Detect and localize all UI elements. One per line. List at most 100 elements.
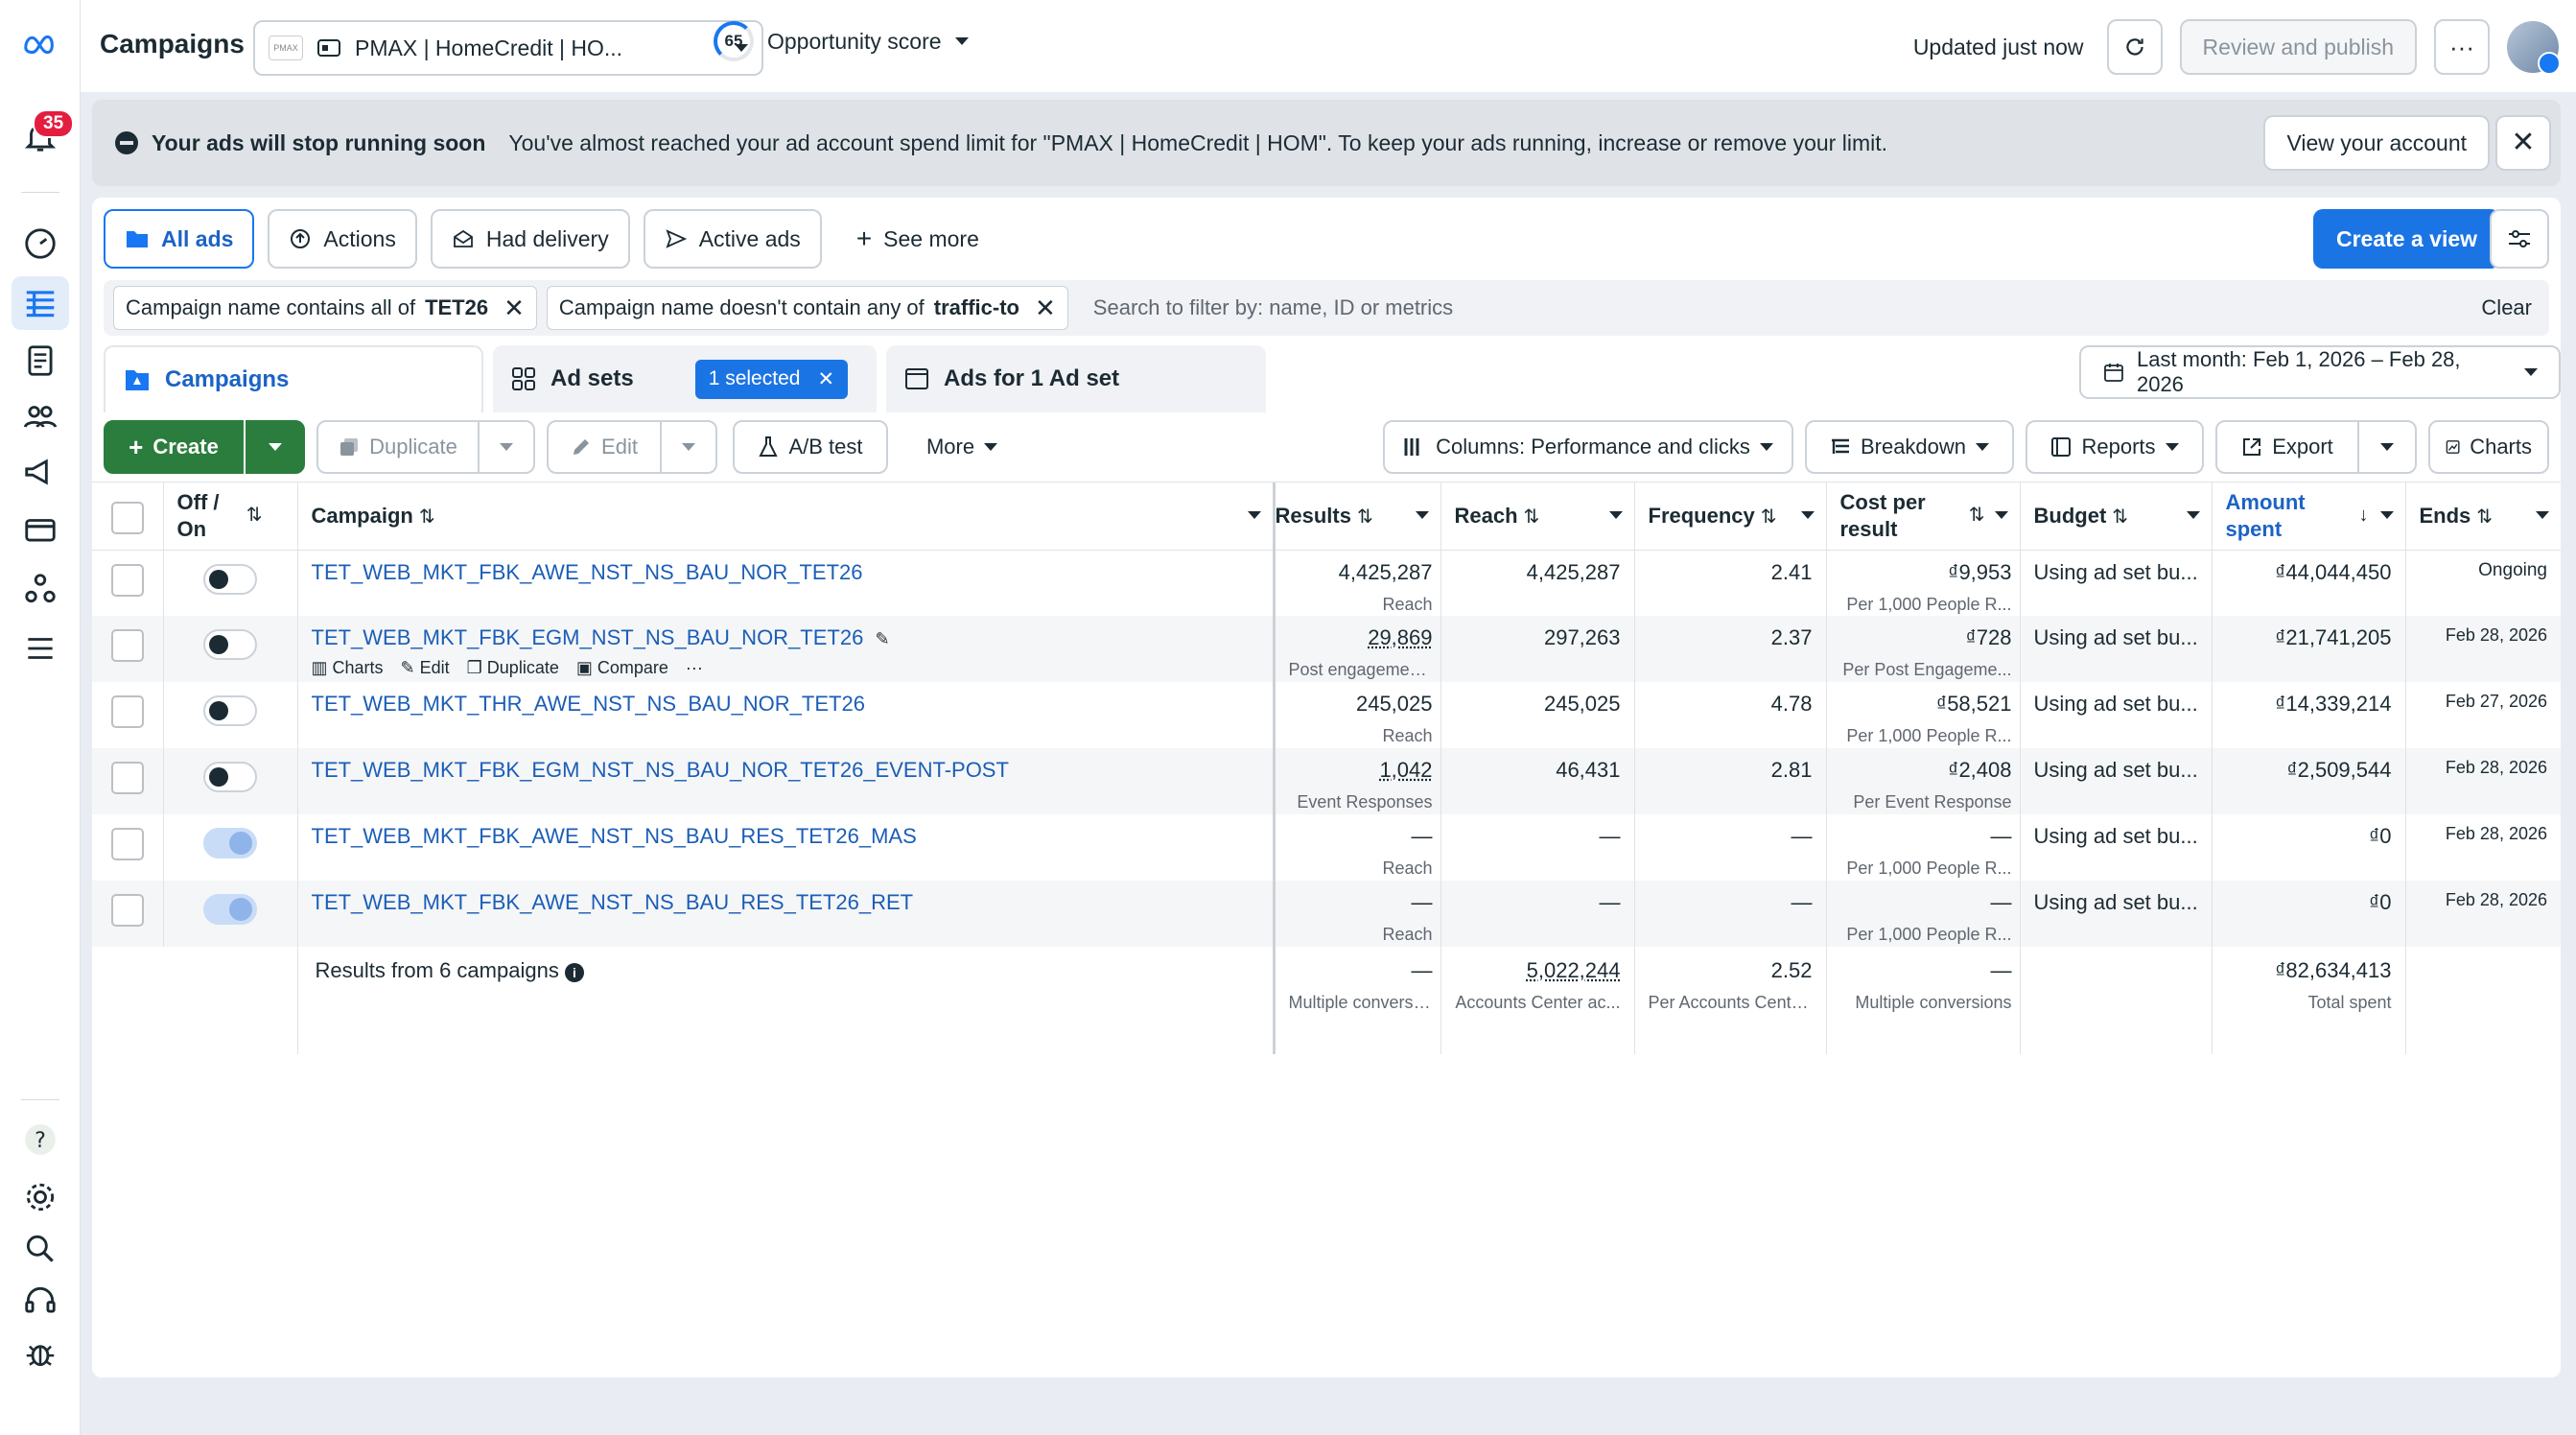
info-icon[interactable]: i	[564, 963, 584, 982]
columns-button[interactable]: Columns: Performance and clicks	[1383, 420, 1793, 474]
campaign-name-link[interactable]: TET_WEB_MKT_FBK_AWE_NST_NS_BAU_NOR_TET26	[312, 560, 863, 584]
table-row[interactable]: TET_WEB_MKT_FBK_AWE_NST_NS_BAU_RES_TET26…	[92, 814, 2561, 881]
column-frequency[interactable]: Frequency ⇅	[1634, 482, 1827, 551]
breakdown-button[interactable]: Breakdown	[1805, 420, 2014, 474]
review-and-publish-button[interactable]: Review and publish	[2179, 19, 2417, 75]
row-charts-link[interactable]: ▥ Charts	[312, 658, 384, 678]
table-row[interactable]: TET_WEB_MKT_FBK_AWE_NST_NS_BAU_NOR_TET26…	[92, 550, 2561, 616]
row-compare-link[interactable]: ▣ Compare	[576, 658, 668, 678]
column-budget[interactable]: Budget ⇅	[2020, 482, 2213, 551]
refresh-button[interactable]	[2106, 19, 2163, 75]
chevron-down-icon[interactable]	[1247, 511, 1261, 519]
sort-desc-icon[interactable]: ↓	[2359, 504, 2369, 528]
create-dropdown-button[interactable]	[246, 420, 305, 474]
sort-icon[interactable]: ⇅	[1761, 506, 1777, 528]
billing-card-icon[interactable]	[12, 503, 69, 556]
chevron-down-icon[interactable]	[2379, 511, 2394, 519]
chevron-down-icon[interactable]	[1608, 511, 1623, 519]
rename-pencil-icon[interactable]: ✎	[875, 629, 889, 648]
see-more-tabs-button[interactable]: + See more	[834, 209, 1000, 269]
audiences-icon[interactable]	[12, 389, 69, 443]
row-checkbox[interactable]	[110, 563, 144, 597]
column-cost-per-result[interactable]: Cost per result ⇅	[1826, 482, 2021, 551]
dashboard-gauge-icon[interactable]	[12, 217, 69, 271]
user-avatar[interactable]	[2507, 21, 2561, 75]
opportunity-score[interactable]: 65 Opportunity score	[714, 21, 969, 61]
create-view-button[interactable]: Create a view	[2313, 209, 2501, 269]
column-amount-spent[interactable]: Amount spent ↓	[2212, 482, 2406, 551]
more-options-button[interactable]: ···	[2434, 19, 2490, 75]
duplicate-dropdown-button[interactable]	[478, 420, 535, 474]
pages-icon[interactable]	[12, 334, 69, 388]
more-actions-button[interactable]: More	[909, 420, 1015, 474]
row-duplicate-link[interactable]: ❐ Duplicate	[467, 658, 559, 678]
support-headset-icon[interactable]	[12, 1274, 69, 1328]
table-row[interactable]: TET_WEB_MKT_THR_AWE_NST_NS_BAU_NOR_TET26…	[92, 682, 2561, 748]
sort-icon[interactable]: ⇅	[2112, 506, 2128, 528]
column-reach[interactable]: Reach ⇅	[1440, 482, 1635, 551]
date-range-picker[interactable]: Last month: Feb 1, 2026 – Feb 28, 2026	[2079, 345, 2561, 399]
delivery-toggle[interactable]	[203, 629, 257, 660]
sort-icon[interactable]: ⇅	[246, 504, 263, 528]
column-ends[interactable]: Ends ⇅	[2405, 482, 2561, 551]
campaign-name-link[interactable]: TET_WEB_MKT_FBK_EGM_NST_NS_BAU_NOR_TET26	[312, 625, 864, 649]
table-row[interactable]: TET_WEB_MKT_FBK_EGM_NST_NS_BAU_NOR_TET26…	[92, 748, 2561, 814]
help-icon[interactable]: ?	[12, 1113, 69, 1166]
report-bug-icon[interactable]	[12, 1326, 69, 1379]
row-edit-link[interactable]: ✎ Edit	[401, 658, 450, 678]
chevron-down-icon[interactable]	[2186, 511, 2200, 519]
chevron-down-icon[interactable]	[1415, 511, 1429, 519]
column-campaign[interactable]: Campaign ⇅	[297, 482, 1276, 551]
column-off-on[interactable]: Off / On ⇅	[163, 482, 298, 551]
ad-account-selector[interactable]: PMAX PMAX | HomeCredit | HO...	[253, 20, 763, 76]
tab-ad-sets[interactable]: Ad sets 1 selected ✕	[493, 345, 877, 412]
reports-button[interactable]: Reports	[2026, 420, 2204, 474]
ads-manager-table-icon[interactable]	[12, 276, 69, 330]
tab-ads[interactable]: Ads for 1 Ad set	[886, 345, 1266, 412]
business-tools-icon[interactable]	[12, 562, 69, 616]
sort-icon[interactable]: ⇅	[2476, 506, 2493, 528]
ab-test-button[interactable]: A/B test	[733, 420, 888, 474]
campaign-name-link[interactable]: TET_WEB_MKT_THR_AWE_NST_NS_BAU_NOR_TET26	[312, 692, 865, 716]
remove-filter-icon[interactable]: ✕	[503, 295, 525, 320]
campaigns-megaphone-icon[interactable]	[12, 445, 69, 499]
create-button[interactable]: + Create	[104, 420, 244, 474]
row-checkbox[interactable]	[110, 695, 144, 728]
sort-icon[interactable]: ⇅	[419, 506, 435, 528]
campaign-name-link[interactable]: TET_WEB_MKT_FBK_AWE_NST_NS_BAU_RES_TET26…	[312, 824, 917, 848]
meta-logo-icon[interactable]	[12, 17, 69, 71]
filter-search-input[interactable]: Search to filter by: name, ID or metrics	[1093, 295, 2472, 320]
filter-chip-contains[interactable]: Campaign name contains all of TET26 ✕	[113, 286, 537, 330]
settings-gear-icon[interactable]	[12, 1170, 69, 1224]
campaign-name-link[interactable]: TET_WEB_MKT_FBK_EGM_NST_NS_BAU_NOR_TET26…	[312, 758, 1009, 782]
remove-filter-icon[interactable]: ✕	[1035, 295, 1056, 320]
delivery-toggle[interactable]	[203, 695, 257, 726]
row-checkbox[interactable]	[110, 828, 144, 860]
clear-filters-button[interactable]: Clear	[2481, 295, 2532, 320]
delivery-toggle[interactable]	[203, 894, 257, 925]
search-icon[interactable]	[12, 1222, 69, 1276]
delivery-toggle[interactable]	[203, 762, 257, 792]
row-checkbox[interactable]	[110, 762, 144, 794]
column-results[interactable]: Results ⇅	[1274, 482, 1441, 551]
tab-campaigns[interactable]: Campaigns	[104, 345, 483, 412]
export-button[interactable]: Export	[2215, 420, 2359, 474]
delivery-toggle[interactable]	[203, 563, 257, 595]
chevron-down-icon[interactable]	[1800, 511, 1815, 519]
row-checkbox[interactable]	[110, 629, 144, 662]
edit-button[interactable]: Edit	[547, 420, 662, 474]
campaign-name-link[interactable]: TET_WEB_MKT_FBK_AWE_NST_NS_BAU_RES_TET26…	[312, 890, 914, 914]
dismiss-alert-button[interactable]: ✕	[2495, 115, 2551, 171]
delivery-toggle[interactable]	[203, 828, 257, 859]
edit-dropdown-button[interactable]	[660, 420, 717, 474]
all-tools-menu-icon[interactable]	[12, 622, 69, 675]
chevron-down-icon[interactable]	[2536, 511, 2549, 519]
tab-actions[interactable]: Actions	[268, 209, 417, 269]
tab-had-delivery[interactable]: Had delivery	[430, 209, 630, 269]
filter-chip-excludes[interactable]: Campaign name doesn't contain any of traf…	[546, 286, 1068, 330]
sort-icon[interactable]: ⇅	[1524, 506, 1540, 528]
table-row[interactable]: TET_WEB_MKT_FBK_EGM_NST_NS_BAU_NOR_TET26…	[92, 616, 2561, 682]
row-checkbox[interactable]	[110, 894, 144, 927]
export-dropdown-button[interactable]	[2357, 420, 2417, 474]
view-settings-button[interactable]	[2490, 209, 2549, 269]
